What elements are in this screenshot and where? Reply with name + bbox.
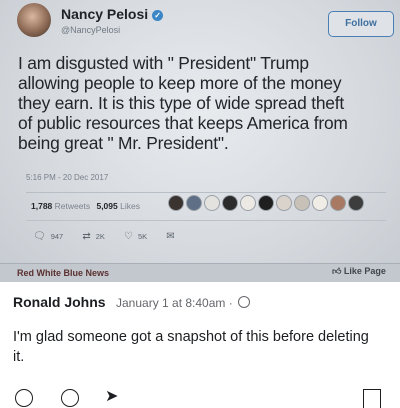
retweets-label[interactable]: Retweets	[55, 201, 90, 211]
tweet-line: they earn. It is this type of wide sprea…	[18, 93, 345, 113]
post-action-bar: ➤	[13, 386, 388, 408]
heart-icon: ♡	[123, 231, 133, 242]
retweet-action-count: 2K	[95, 232, 105, 241]
tweet-handle: @NancyPelosi	[61, 25, 121, 35]
verified-badge-icon: ✓	[152, 10, 164, 21]
bookmark-icon[interactable]	[363, 389, 381, 408]
post-date[interactable]: January 1 at 8:40am	[116, 296, 225, 310]
like-action[interactable]: ♡ 5K	[124, 231, 147, 242]
thumbs-up-icon: 👍︎	[332, 266, 344, 276]
reply-count: 947	[50, 232, 64, 241]
globe-icon	[238, 296, 251, 308]
liker-avatar[interactable]	[222, 195, 238, 211]
tweet-display-name-text: Nancy Pelosi	[61, 6, 149, 22]
tweet-display-name: Nancy Pelosi ✓	[61, 6, 164, 22]
reply-icon: 🗨	[33, 231, 46, 242]
liker-avatar[interactable]	[348, 195, 364, 211]
liker-avatar[interactable]	[240, 195, 256, 211]
tweet-avatar	[17, 3, 51, 37]
like-action-count: 5K	[137, 232, 148, 241]
tweet-line: I am disgusted with " President" Trump	[18, 53, 309, 73]
dm-action[interactable]: ✉	[166, 231, 179, 242]
like-page-button[interactable]: 👍︎ Like Page	[332, 266, 386, 277]
comment-icon[interactable]	[61, 389, 79, 407]
tweet-line: allowing people to keep more of the mone…	[18, 73, 342, 93]
tweet-divider	[26, 220, 386, 221]
dm-icon: ✉	[166, 231, 175, 242]
tweet-stats: 1,788 Retweets 5,095 Likes	[31, 201, 144, 211]
page-name[interactable]: Red White Blue News	[17, 268, 109, 278]
liker-avatar[interactable]	[294, 195, 310, 211]
liker-avatar[interactable]	[204, 195, 220, 211]
tweet-timestamp: 5:16 PM - 20 Dec 2017	[26, 173, 109, 182]
share-icon[interactable]: ➤	[105, 386, 118, 406]
tweet-divider	[26, 192, 386, 193]
like-page-label: Like Page	[343, 266, 386, 276]
retweet-action[interactable]: ⇄ 2K	[82, 231, 105, 242]
liker-avatar[interactable]	[168, 195, 184, 211]
post-meta: January 1 at 8:40am ·	[116, 296, 251, 310]
like-icon[interactable]	[15, 389, 33, 407]
retweet-icon: ⇄	[82, 231, 91, 242]
tweet-actions: 🗨 947 ⇄ 2K ♡ 5K ✉	[33, 231, 197, 242]
post-separator: ·	[228, 296, 233, 310]
likes-count: 5,095	[96, 201, 118, 211]
tweet-photo: Nancy Pelosi ✓ @NancyPelosi Follow I am d…	[0, 0, 400, 282]
tweet-line: being great " Mr. President".	[18, 133, 229, 153]
liker-avatar[interactable]	[258, 195, 274, 211]
liker-avatar[interactable]	[276, 195, 292, 211]
retweets-count: 1,788	[31, 201, 53, 211]
follow-button[interactable]: Follow	[328, 11, 394, 37]
likes-label[interactable]: Likes	[120, 201, 140, 211]
reply-action[interactable]: 🗨 947	[33, 231, 63, 242]
liker-avatar[interactable]	[330, 195, 346, 211]
tweet-text: I am disgusted with " President" Trump a…	[18, 53, 398, 153]
post-author[interactable]: Ronald Johns	[13, 294, 106, 310]
post-text: I'm glad someone got a snapshot of this …	[13, 329, 369, 365]
liker-avatars	[168, 195, 366, 211]
liker-avatar[interactable]	[186, 195, 202, 211]
liker-avatar[interactable]	[312, 195, 328, 211]
tweet-line: of public resources that keeps America f…	[18, 113, 348, 133]
